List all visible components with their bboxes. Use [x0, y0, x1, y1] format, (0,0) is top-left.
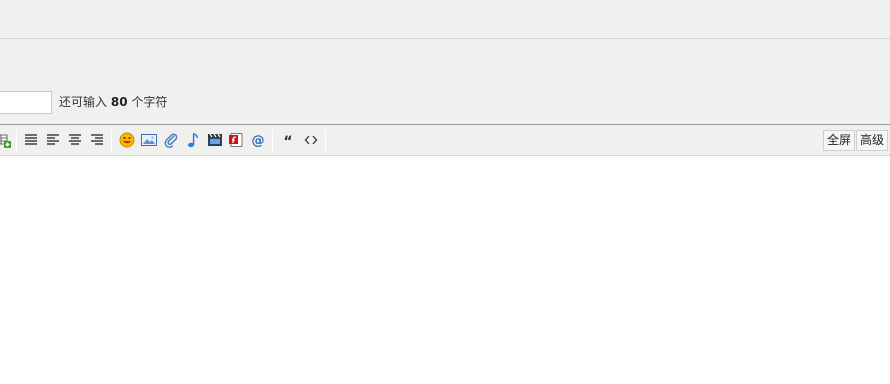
fullscreen-button[interactable]: 全屏 [823, 130, 856, 151]
char-remaining-text: 还可输入 80 个字符 [59, 95, 167, 110]
flash-icon [228, 132, 244, 151]
flash-button[interactable] [227, 132, 245, 150]
char-remaining-count: 80 [110, 95, 128, 109]
code-button[interactable] [302, 132, 320, 150]
insert-image-button[interactable] [140, 132, 158, 150]
align-center-icon [68, 133, 82, 150]
align-justify-icon [24, 133, 38, 150]
attachment-icon [163, 132, 179, 151]
music-button[interactable] [184, 132, 202, 150]
top-band [0, 0, 890, 38]
svg-text:@: @ [252, 133, 265, 148]
emoticon-button[interactable] [118, 132, 136, 150]
subject-input[interactable] [0, 91, 52, 114]
attachment-button[interactable] [162, 132, 180, 150]
video-button[interactable] [206, 132, 224, 150]
toolbar-separator [272, 130, 273, 152]
align-right-button[interactable] [88, 132, 106, 150]
music-icon [185, 132, 201, 151]
subject-row [0, 39, 890, 124]
insert-table-icon [0, 132, 11, 151]
video-icon [207, 132, 223, 151]
toolbar-separator [325, 130, 326, 152]
char-remaining-suffix: 个字符 [131, 95, 168, 109]
toolbar-separator [16, 130, 17, 152]
code-icon [304, 133, 318, 150]
at-mention-icon: @ [250, 132, 266, 151]
quote-icon: “ [281, 133, 295, 150]
align-left-button[interactable] [44, 132, 62, 150]
at-mention-button[interactable]: @ [249, 132, 267, 150]
char-remaining-prefix: 还可输入 [59, 95, 108, 109]
emoticon-icon [119, 132, 135, 151]
svg-text:“: “ [283, 134, 292, 147]
toolbar-separator [111, 130, 112, 152]
align-center-button[interactable] [66, 132, 84, 150]
quote-button[interactable]: “ [279, 132, 297, 150]
advanced-mode-button[interactable]: 高级 [856, 130, 889, 151]
editor-content-area[interactable] [0, 156, 890, 384]
align-right-icon [90, 133, 104, 150]
editor-toolbar: @ “ 全屏 高级 [0, 124, 890, 156]
insert-table-button[interactable] [0, 132, 12, 150]
align-justify-button[interactable] [22, 132, 40, 150]
image-icon [141, 132, 157, 151]
align-left-icon [46, 133, 60, 150]
